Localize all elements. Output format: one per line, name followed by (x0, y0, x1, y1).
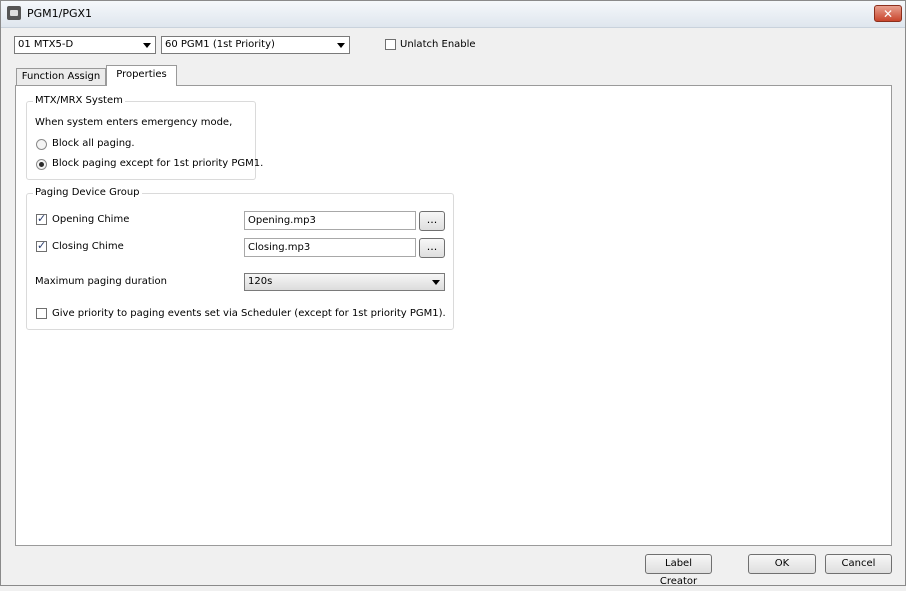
closing-chime-file-field[interactable]: Closing.mp3 (244, 238, 416, 257)
opening-chime-checkbox[interactable] (36, 212, 47, 225)
chevron-down-icon (143, 43, 151, 48)
opening-chime-file-value: Opening.mp3 (248, 215, 316, 226)
cancel-button[interactable]: Cancel (825, 554, 892, 574)
app-icon (7, 6, 21, 20)
tab-function-assign[interactable]: Function Assign (16, 68, 106, 85)
max-duration-label: Maximum paging duration (35, 276, 167, 287)
closing-chime-browse-button[interactable]: ... (419, 238, 445, 258)
unlatch-enable-label: Unlatch Enable (400, 39, 476, 50)
label-creator-button[interactable]: Label Creator (645, 554, 712, 587)
block-all-paging-label: Block all paging. (52, 138, 135, 149)
unlatch-enable-checkbox[interactable] (385, 39, 396, 50)
max-duration-value: 120s (248, 276, 273, 287)
pgm-select[interactable]: 60 PGM1 (1st Priority) (161, 36, 350, 54)
opening-chime-file-field[interactable]: Opening.mp3 (244, 211, 416, 230)
closing-chime-label: Closing Chime (52, 241, 124, 252)
opening-chime-label: Opening Chime (52, 214, 130, 225)
window-title: PGM1/PGX1 (27, 7, 93, 20)
tab-properties[interactable]: Properties (106, 65, 177, 86)
ok-button[interactable]: OK (748, 554, 816, 574)
block-except-pgm1-label: Block paging except for 1st priority PGM… (52, 158, 264, 169)
device-select[interactable]: 01 MTX5-D (14, 36, 156, 54)
emergency-description: When system enters emergency mode, (35, 117, 233, 128)
scheduler-priority-checkbox[interactable] (36, 308, 47, 319)
closing-chime-checkbox[interactable] (36, 239, 47, 252)
paging-group-title: Paging Device Group (33, 187, 142, 198)
max-duration-select[interactable]: 120s (244, 273, 445, 291)
device-select-value: 01 MTX5-D (18, 39, 74, 50)
chevron-down-icon (432, 280, 440, 285)
paging-device-group: Paging Device Group Opening Chime Openin… (26, 187, 454, 330)
pgm-select-value: 60 PGM1 (1st Priority) (165, 39, 275, 50)
block-all-paging-radio[interactable] (36, 139, 47, 150)
tab-function-assign-label: Function Assign (21, 71, 101, 82)
title-bar: PGM1/PGX1 ✕ (1, 1, 905, 28)
mtx-system-group: MTX/MRX System When system enters emerge… (26, 95, 263, 180)
dialog-window: PGM1/PGX1 ✕ 01 MTX5-D 60 PGM1 (1st Prior… (0, 0, 906, 587)
properties-panel: MTX/MRX System When system enters emerge… (15, 85, 892, 546)
close-button[interactable]: ✕ (874, 5, 902, 22)
chevron-down-icon (337, 43, 345, 48)
opening-chime-browse-button[interactable]: ... (419, 211, 445, 231)
block-except-pgm1-radio[interactable] (36, 159, 47, 170)
scheduler-priority-label: Give priority to paging events set via S… (52, 308, 446, 319)
closing-chime-file-value: Closing.mp3 (248, 242, 311, 253)
tab-properties-label: Properties (116, 69, 167, 80)
mtx-group-title: MTX/MRX System (33, 95, 125, 106)
